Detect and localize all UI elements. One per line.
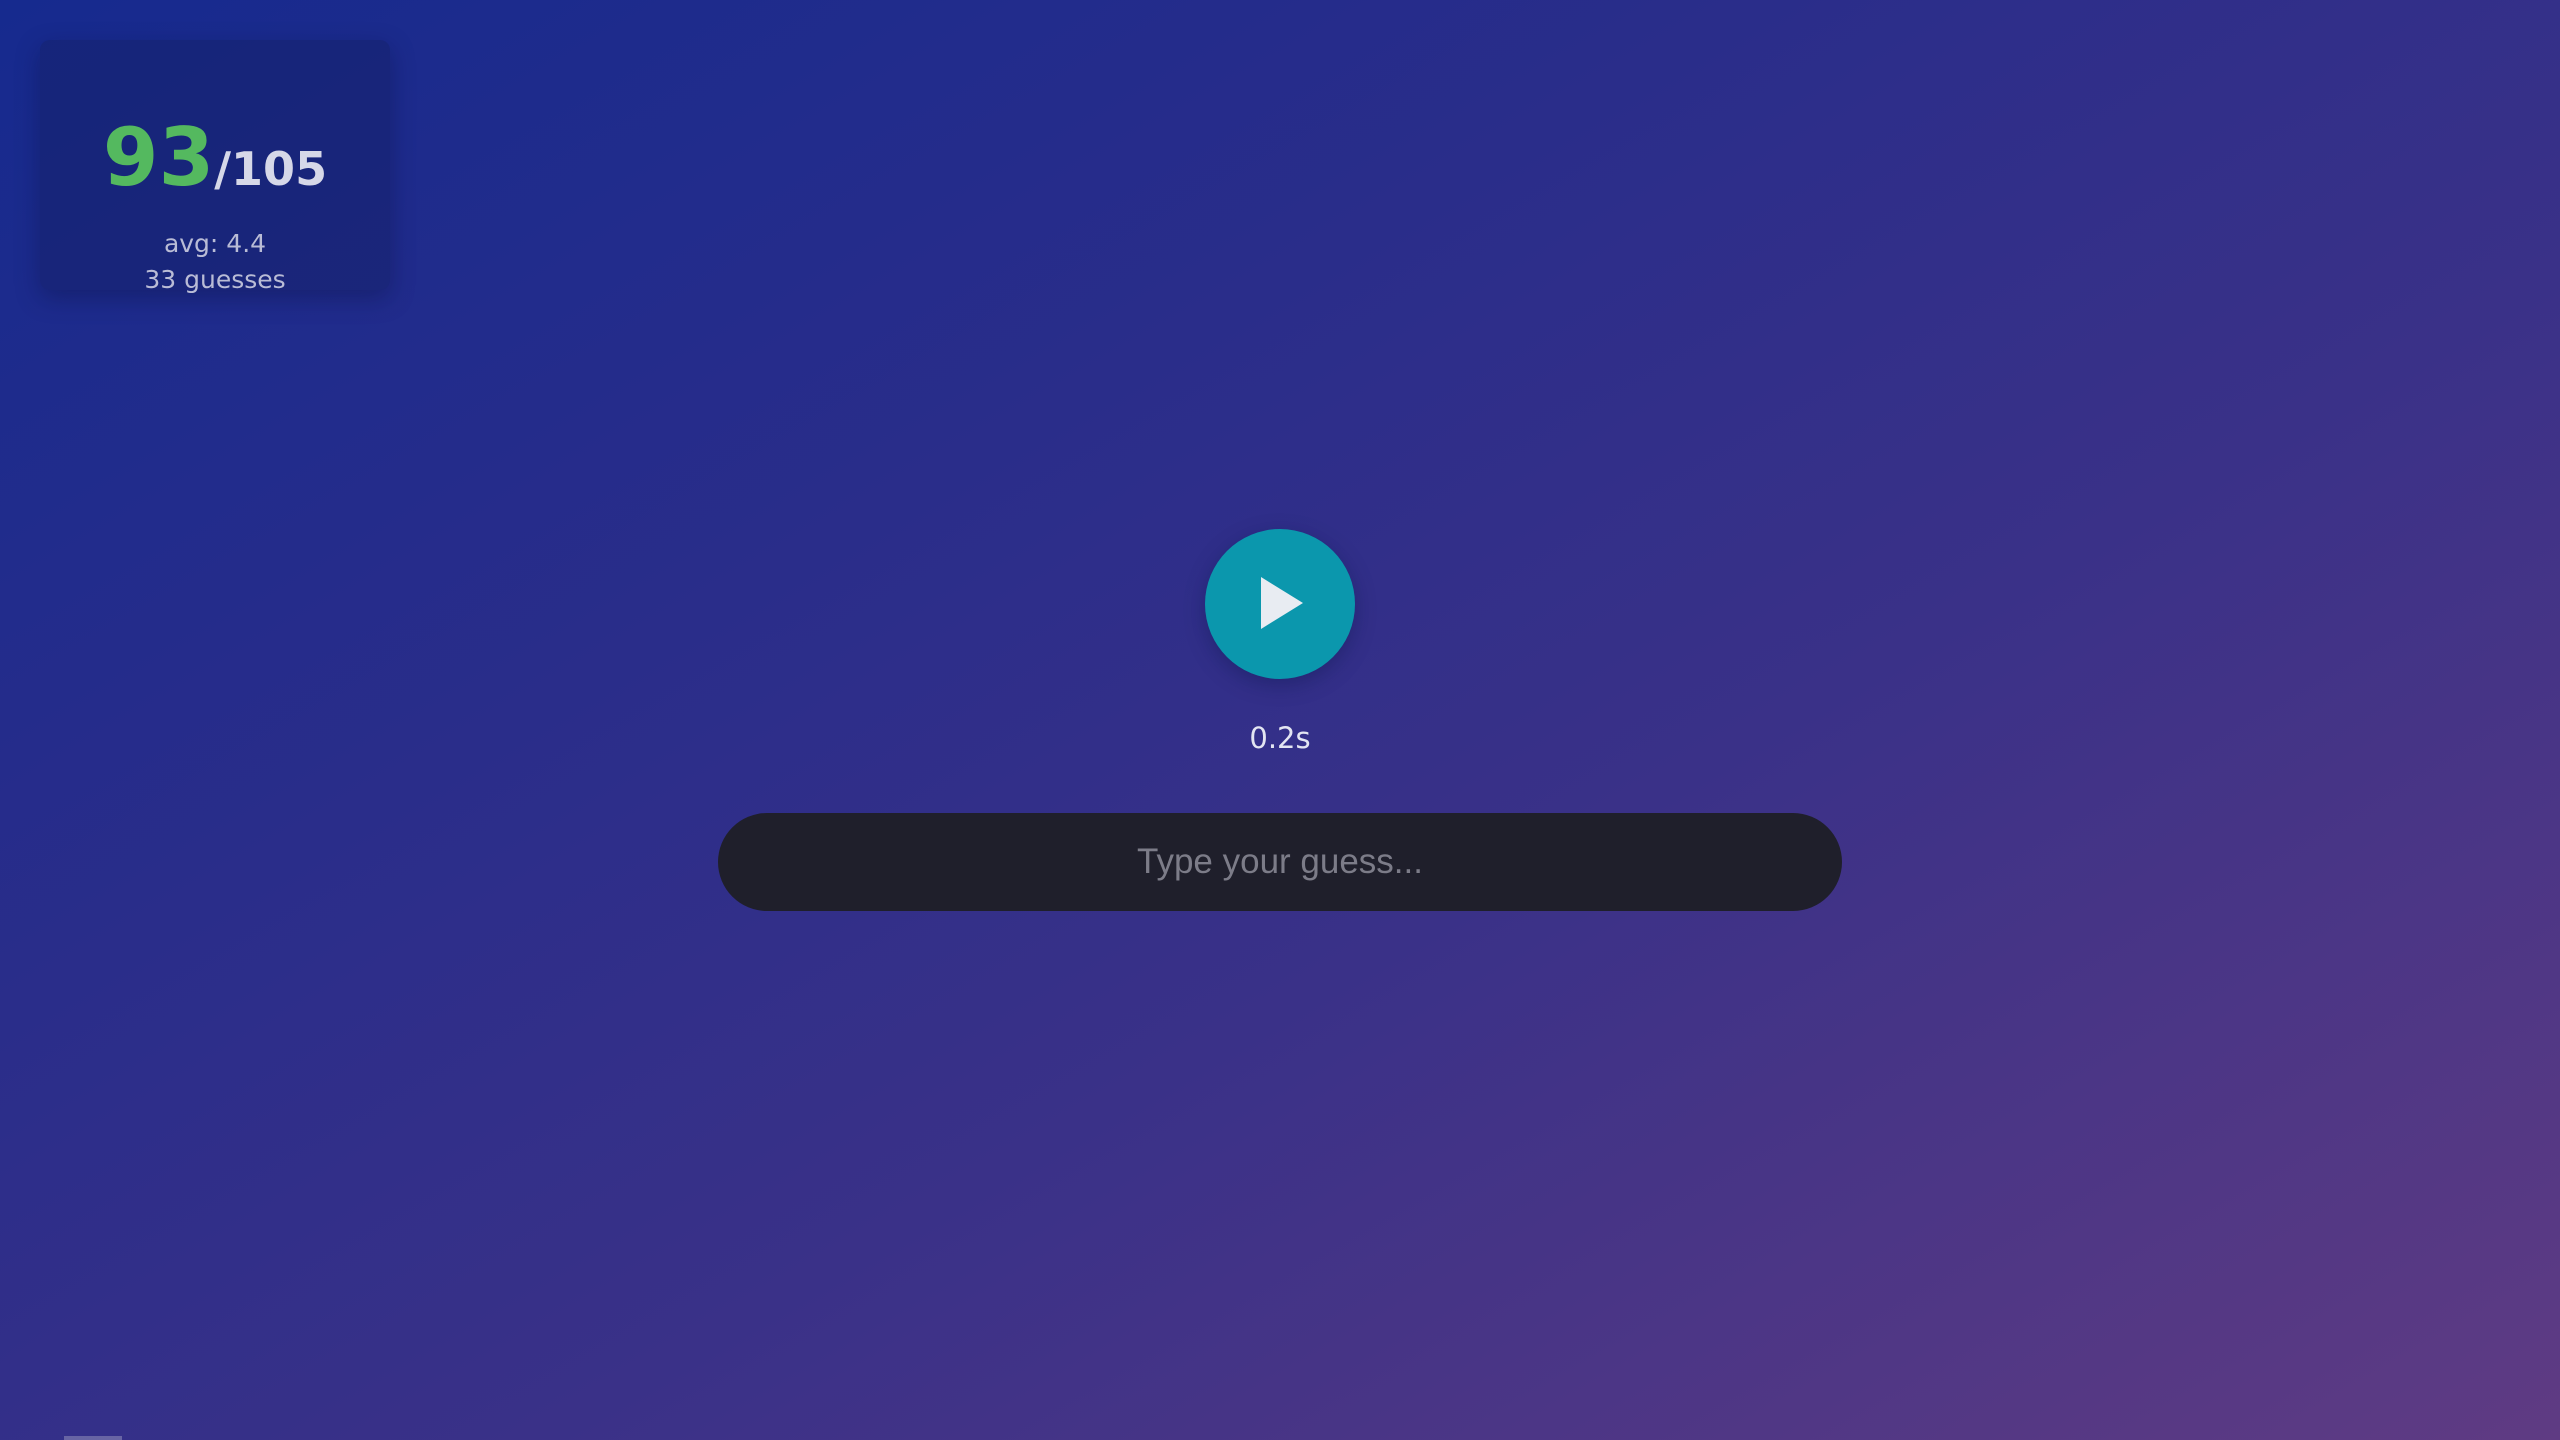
score-line: 93/105 <box>40 118 390 198</box>
play-button[interactable] <box>1205 529 1355 679</box>
guess-count: 33 guesses <box>144 265 286 294</box>
score-total: /105 <box>214 142 328 196</box>
clip-duration: 0.2s <box>1249 721 1311 755</box>
guess-input[interactable] <box>718 813 1842 911</box>
average-guesses: avg: 4.4 <box>163 229 267 258</box>
bottom-indicator <box>64 1436 122 1440</box>
play-icon <box>1261 577 1303 629</box>
score-correct: 93 <box>102 111 215 204</box>
score-card: 93/105 avg: 4.4 33 guesses <box>40 40 390 294</box>
